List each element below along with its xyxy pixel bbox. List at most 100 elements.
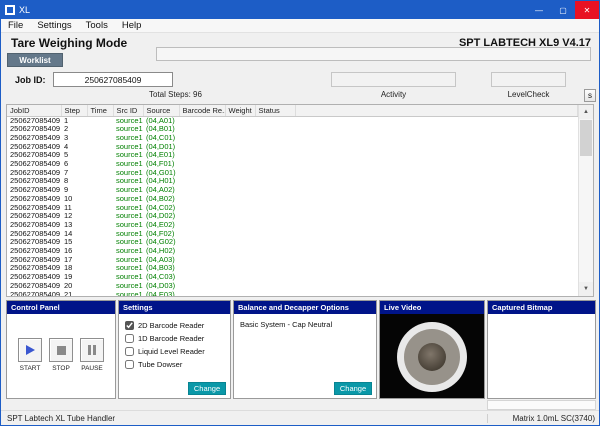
col-srcid[interactable]: Src ID — [113, 105, 144, 117]
cell: 250627085409 — [10, 142, 61, 151]
table-row[interactable]: 250627085409 6 source1 (04,F01) — [7, 160, 578, 169]
control-panel: Control Panel START STOP PAUSE — [6, 300, 116, 399]
scrollbar-thumb[interactable] — [580, 120, 592, 156]
status-text: SPT Labtech XL Tube Handler — [7, 413, 116, 423]
captured-bitmap-panel: Captured Bitmap — [487, 300, 596, 399]
menu-help[interactable]: Help — [115, 19, 149, 32]
cell — [179, 221, 225, 230]
window-title: XL — [19, 5, 31, 15]
s-button[interactable]: s — [584, 89, 596, 102]
cell: source1 — [116, 160, 143, 169]
cell — [295, 221, 578, 230]
cell — [225, 264, 255, 273]
minimize-button[interactable]: — — [527, 1, 551, 19]
close-button[interactable]: ✕ — [575, 1, 599, 19]
cell: source1 — [116, 281, 143, 290]
menu-tools[interactable]: Tools — [79, 19, 115, 32]
settings-option-1d-barcode[interactable]: 1D Barcode Reader — [125, 332, 230, 345]
table-row[interactable]: 250627085409 15 source1 (04,G02) — [7, 238, 578, 247]
stop-button[interactable] — [49, 338, 73, 362]
table-row[interactable]: 250627085409 13 source1 (04,E02) — [7, 221, 578, 230]
balance-change-button[interactable]: Change — [334, 382, 372, 395]
cell: source1 — [116, 194, 143, 203]
job-table-body: 250627085409 1 source1 (04,A01) 250627085409… — [7, 116, 578, 296]
cell — [295, 143, 578, 152]
cell — [179, 291, 225, 296]
settings-checkbox[interactable] — [125, 360, 134, 369]
col-barcode[interactable]: Barcode Re... — [179, 105, 226, 117]
cell — [225, 195, 255, 204]
table-row[interactable]: 250627085409 7 source1 (04,G01) — [7, 169, 578, 178]
table-row[interactable]: 250627085409 1 source1 (04,A01) — [7, 116, 578, 125]
table-row[interactable]: 250627085409 18 source1 (04,B03) — [7, 264, 578, 273]
table-row[interactable]: 250627085409 20 source1 (04,D03) — [7, 282, 578, 291]
table-row[interactable]: 250627085409 21 source1 (04,E03) — [7, 291, 578, 296]
table-row[interactable]: 250627085409 8 source1 (04,H01) — [7, 177, 578, 186]
cell — [87, 125, 113, 134]
cell: (04,D03) — [146, 281, 176, 290]
cell — [179, 125, 225, 134]
settings-checkbox[interactable] — [125, 334, 134, 343]
table-row[interactable]: 250627085409 16 source1 (04,H02) — [7, 247, 578, 256]
cell — [179, 134, 225, 143]
table-row[interactable]: 250627085409 5 source1 (04,E01) — [7, 151, 578, 160]
cell — [225, 151, 255, 160]
start-button[interactable] — [18, 338, 42, 362]
col-source[interactable]: Source — [143, 105, 180, 117]
table-row[interactable]: 250627085409 2 source1 (04,B01) — [7, 125, 578, 134]
pause-icon — [88, 345, 96, 355]
table-scrollbar[interactable]: ▲ ▼ — [578, 105, 593, 296]
settings-checkbox[interactable] — [125, 347, 134, 356]
table-row[interactable]: 250627085409 19 source1 (04,C03) — [7, 273, 578, 282]
pause-label: PAUSE — [81, 365, 103, 372]
cell — [225, 204, 255, 213]
col-weight[interactable]: Weight — [225, 105, 256, 117]
cell — [295, 264, 578, 273]
cell — [179, 143, 225, 152]
table-row[interactable]: 250627085409 12 source1 (04,D02) — [7, 212, 578, 221]
settings-option-2d-barcode[interactable]: 2D Barcode Reader — [125, 319, 230, 332]
settings-checkbox[interactable] — [125, 321, 134, 330]
cell — [225, 134, 255, 143]
scroll-down-icon[interactable]: ▼ — [579, 282, 593, 296]
tube-cap-center — [418, 343, 446, 371]
menu-file[interactable]: File — [1, 19, 30, 32]
cell: (04,C02) — [146, 203, 176, 212]
col-status[interactable]: Status — [255, 105, 296, 117]
settings-option-liquid-level[interactable]: Liquid Level Reader — [125, 345, 230, 358]
table-row[interactable]: 250627085409 3 source1 (04,C01) — [7, 134, 578, 143]
table-row[interactable]: 250627085409 14 source1 (04,F02) — [7, 230, 578, 239]
settings-change-button[interactable]: Change — [188, 382, 226, 395]
cell — [255, 282, 295, 291]
scroll-up-icon[interactable]: ▲ — [579, 105, 593, 119]
job-id-field[interactable]: 250627085409 — [53, 72, 173, 87]
table-row[interactable]: 250627085409 4 source1 (04,D01) — [7, 143, 578, 152]
cell — [255, 195, 295, 204]
cell — [255, 264, 295, 273]
pause-button[interactable] — [80, 338, 104, 362]
start-label: START — [19, 365, 41, 372]
col-jobid[interactable]: JobID — [7, 105, 62, 117]
maximize-button[interactable]: ▢ — [551, 1, 575, 19]
cell — [179, 195, 225, 204]
table-row[interactable]: 250627085409 10 source1 (04,B02) — [7, 195, 578, 204]
table-row[interactable]: 250627085409 9 source1 (04,A02) — [7, 186, 578, 195]
cell: 250627085409 — [10, 255, 61, 264]
worklist-button[interactable]: Worklist — [7, 53, 63, 67]
col-time[interactable]: Time — [87, 105, 114, 117]
cell: source1 — [116, 142, 143, 151]
cell: 3 — [64, 133, 69, 142]
menu-settings[interactable]: Settings — [30, 19, 78, 32]
cell — [179, 247, 225, 256]
live-video-title: Live Video — [380, 301, 484, 314]
settings-option-tube-dowser[interactable]: Tube Dowser — [125, 358, 230, 371]
settings-option-label: Liquid Level Reader — [138, 347, 205, 356]
table-row[interactable]: 250627085409 11 source1 (04,C02) — [7, 204, 578, 213]
cell — [225, 177, 255, 186]
cell: (04,A02) — [146, 186, 175, 195]
table-row[interactable]: 250627085409 17 source1 (04,A03) — [7, 256, 578, 265]
cell — [179, 212, 225, 221]
cell: (04,F02) — [146, 229, 175, 238]
col-step[interactable]: Step — [61, 105, 88, 117]
cell — [225, 221, 255, 230]
